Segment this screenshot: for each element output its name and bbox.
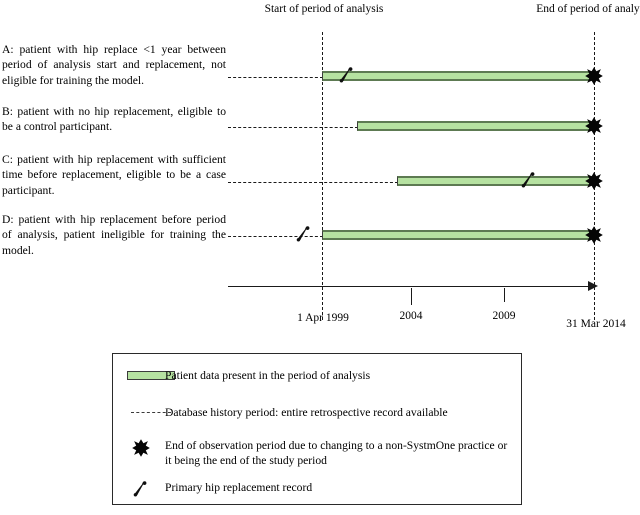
patient-d-description: D: patient with hip replacement before p…: [2, 213, 226, 257]
patient-d-end-of-observation-icon: [584, 225, 604, 245]
axis-tick-2004: [411, 288, 412, 305]
axis-label-2004: 2004: [399, 310, 423, 322]
patient-a-hip-replacement-icon: [339, 66, 353, 84]
legend-label-database-history: Database history period: entire retrospe…: [165, 406, 448, 419]
legend-label-end-of-observation: End of observation period due to changin…: [165, 439, 508, 468]
patient-c-data-bar: [397, 176, 595, 186]
period-end-caption: End of period of analysis: [536, 3, 640, 15]
period-start-caption: Start of period of analysis: [264, 3, 384, 15]
patient-b-history-dash: [228, 127, 358, 128]
patient-d-data-bar: [322, 230, 595, 240]
legend-end-of-observation-icon: [131, 438, 151, 458]
patient-d-hip-replacement-icon: [296, 225, 310, 243]
patient-a-history-dash: [228, 77, 323, 78]
patient-a-description: A: patient with hip replace <1 year betw…: [2, 43, 226, 87]
time-axis-arrow-icon: [588, 281, 598, 291]
legend-hip-replacement-icon: [133, 480, 147, 498]
legend-label-hip-replacement: Primary hip replacement record: [165, 481, 313, 494]
legend-label-patient-data: Patient data present in the period of an…: [165, 369, 371, 382]
patient-c-hip-replacement-icon: [521, 171, 535, 189]
patient-c-description: C: patient with hip replacement with suf…: [2, 153, 226, 197]
legend: Patient data present in the period of an…: [112, 353, 522, 505]
time-axis-line: [228, 286, 596, 287]
axis-label-period-end: 31 Mar 2014: [566, 318, 626, 330]
axis-label-period-start: 1 Apr 1999: [297, 312, 349, 324]
patient-b-end-of-observation-icon: [584, 116, 604, 136]
patient-b-data-bar: [357, 121, 595, 131]
axis-label-2009: 2009: [492, 310, 516, 322]
axis-tick-2009: [504, 288, 505, 302]
patient-c-history-dash: [228, 182, 398, 183]
patient-c-end-of-observation-icon: [584, 171, 604, 191]
figure-canvas: Start of period of analysis End of perio…: [0, 0, 640, 515]
patient-a-data-bar: [322, 71, 595, 81]
patient-b-description: B: patient with no hip replacement, elig…: [2, 105, 226, 134]
patient-a-end-of-observation-icon: [584, 66, 604, 86]
